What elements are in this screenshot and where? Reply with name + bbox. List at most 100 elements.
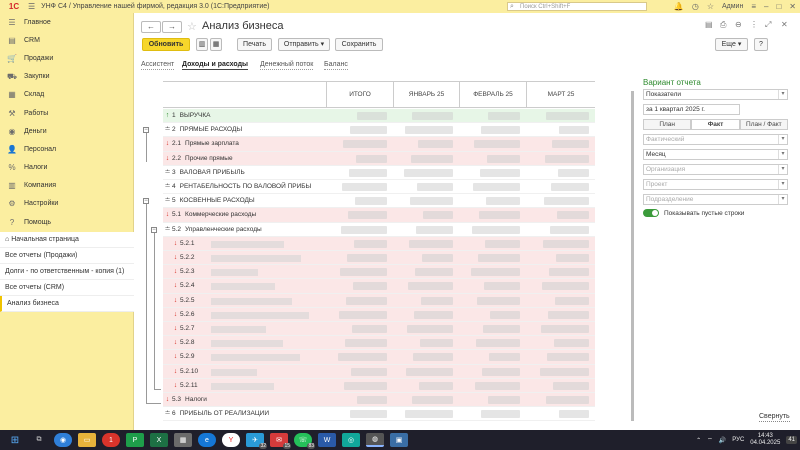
table-row[interactable]: ↓ 5.2.9 bbox=[163, 350, 595, 365]
print-icon[interactable]: ⎙ bbox=[720, 20, 726, 30]
user-name[interactable]: Админ bbox=[722, 3, 743, 10]
table-row[interactable]: ≐ 6 ПРИБЫЛЬ ОТ РЕАЛИЗАЦИИ bbox=[163, 407, 595, 422]
sidebar-item-11[interactable]: ? Помощь bbox=[0, 213, 133, 231]
tab-1[interactable]: Доходы и расходы bbox=[182, 60, 248, 70]
volume-icon[interactable]: 🔊 bbox=[719, 437, 726, 444]
mode-option[interactable]: Факт bbox=[691, 119, 740, 130]
table-row[interactable]: ↓ 5.2.8 bbox=[163, 336, 595, 351]
table-row[interactable]: ↓ 5.3 Налоги bbox=[163, 393, 595, 408]
table-row[interactable]: ↓ 5.2.2 bbox=[163, 251, 595, 266]
table-row[interactable]: ↓ 2.2 Прочие прямые bbox=[163, 151, 595, 166]
organization-select[interactable]: Организация ▾ bbox=[643, 164, 788, 175]
table-row[interactable]: ↑ 1 ВЫРУЧКА bbox=[163, 109, 595, 124]
settings-icon[interactable]: ≡ bbox=[751, 2, 756, 11]
history-icon[interactable]: ◷ bbox=[692, 2, 699, 11]
refresh-button[interactable]: Обновить bbox=[142, 38, 190, 51]
table-row[interactable]: ≐ 5.2 Управленческие расходы bbox=[163, 222, 595, 237]
active-app-icon[interactable]: ◍ bbox=[366, 433, 384, 447]
tab-2[interactable]: Денежный поток bbox=[260, 60, 314, 70]
help-button[interactable]: ? bbox=[754, 38, 768, 51]
sidebar-item-7[interactable]: 👤 Персонал bbox=[0, 140, 133, 158]
forward-button[interactable]: → bbox=[162, 21, 182, 33]
sidebar-item-5[interactable]: ⚒ Работы bbox=[0, 104, 133, 122]
sidebar-item-8[interactable]: % Налоги bbox=[0, 159, 133, 177]
table-row[interactable]: ≐ 4 РЕНТАБЕЛЬНОСТЬ ПО ВАЛОВОЙ ПРИБЫ bbox=[163, 180, 595, 195]
project-icon[interactable]: P bbox=[126, 433, 144, 447]
column-header[interactable]: МАРТ 25 bbox=[526, 82, 595, 107]
clock[interactable]: 14:43 04.04.2025 bbox=[750, 433, 780, 447]
close-icon[interactable]: ✕ bbox=[789, 2, 796, 11]
table-button[interactable]: ▦ bbox=[210, 38, 222, 51]
print-button[interactable]: Печать bbox=[237, 38, 272, 51]
more-button[interactable]: Еще ▾ bbox=[715, 38, 748, 51]
excel-icon[interactable]: X bbox=[150, 433, 168, 447]
table-row[interactable]: ↓ 5.2.6 bbox=[163, 307, 595, 322]
1c-app-icon[interactable]: 1 bbox=[102, 433, 120, 447]
mode-option[interactable]: План / Факт bbox=[739, 119, 788, 130]
chevron-up-icon[interactable]: ⌃ bbox=[696, 437, 701, 444]
browser-icon[interactable]: ◉ bbox=[54, 433, 72, 447]
sidebar-item-4[interactable]: ▦ Склад bbox=[0, 86, 133, 104]
show-empty-rows-toggle[interactable] bbox=[643, 209, 659, 217]
vertical-scrollbar[interactable] bbox=[631, 91, 634, 421]
language-indicator[interactable]: РУС bbox=[732, 437, 744, 443]
remote-desktop-icon[interactable]: ▣ bbox=[390, 433, 408, 447]
open-window-item[interactable]: Долги - по ответственным - копия (1) bbox=[0, 264, 134, 280]
project-select[interactable]: Проект ▾ bbox=[643, 179, 788, 190]
back-button[interactable]: ← bbox=[141, 21, 161, 33]
yandex-icon[interactable]: Y bbox=[222, 433, 240, 447]
calculator-icon[interactable]: ▦ bbox=[174, 433, 192, 447]
notification-count[interactable]: 41 bbox=[786, 436, 797, 444]
more-icon[interactable]: ⋮ bbox=[750, 20, 758, 29]
maximize-icon[interactable]: □ bbox=[776, 2, 781, 11]
save-icon[interactable]: ▤ bbox=[705, 20, 713, 29]
sidebar-item-10[interactable]: ⚙ Настройки bbox=[0, 195, 133, 213]
table-row[interactable]: ↓ 5.2.4 bbox=[163, 279, 595, 294]
settings-button[interactable]: ▥ bbox=[196, 38, 208, 51]
edge-icon[interactable]: e bbox=[198, 433, 216, 447]
tab-3[interactable]: Баланс bbox=[324, 60, 348, 70]
sidebar-item-3[interactable]: ⛟ Закупки bbox=[0, 68, 133, 86]
column-header[interactable]: ИТОГО bbox=[326, 82, 393, 107]
menu-icon[interactable]: ☰ bbox=[28, 2, 35, 11]
sidebar-item-2[interactable]: 🛒 Продажи bbox=[0, 49, 133, 67]
whatsapp-icon[interactable]: ☏ 83 bbox=[294, 433, 315, 449]
telegram-icon[interactable]: ✈ 32 bbox=[246, 433, 267, 449]
close-window-icon[interactable]: ✕ bbox=[781, 20, 788, 29]
column-header[interactable]: ФЕВРАЛЬ 25 bbox=[459, 82, 526, 107]
app-icon[interactable]: ◎ bbox=[342, 433, 360, 447]
favorite-star-icon[interactable]: ☆ bbox=[187, 20, 197, 33]
period-field[interactable]: за 1 квартал 2025 г. bbox=[643, 104, 740, 115]
star-icon[interactable]: ☆ bbox=[707, 2, 714, 11]
folder-icon[interactable]: ▭ bbox=[78, 433, 96, 447]
open-window-item[interactable]: Все отчеты (CRM) bbox=[0, 280, 134, 296]
table-row[interactable]: ↓ 5.2.10 bbox=[163, 364, 595, 379]
global-search-input[interactable]: ⌕ Поиск Ctrl+Shift+F bbox=[507, 2, 647, 11]
division-select[interactable]: Подразделение ▾ bbox=[643, 194, 788, 205]
save-button[interactable]: Сохранить bbox=[335, 38, 383, 51]
sidebar-item-6[interactable]: ◉ Деньги bbox=[0, 122, 133, 140]
collapse-link[interactable]: Свернуть bbox=[759, 413, 790, 422]
sidebar-item-0[interactable]: ☰ Главное bbox=[0, 13, 133, 31]
maximize-window-icon[interactable]: ⤢ bbox=[765, 20, 771, 30]
table-row[interactable]: ↓ 5.2.7 bbox=[163, 322, 595, 337]
task-view-icon[interactable]: ⧉ bbox=[30, 433, 48, 447]
periodicity-select[interactable]: Месяц ▾ bbox=[643, 149, 788, 160]
sidebar-item-9[interactable]: ▥ Компания bbox=[0, 177, 133, 195]
variant-select[interactable]: Показатели ▾ bbox=[643, 89, 788, 100]
tab-0[interactable]: Ассистент bbox=[141, 60, 175, 70]
mail-icon[interactable]: ✉ 15 bbox=[270, 433, 291, 449]
table-row[interactable]: ≐ 2 ПРЯМЫЕ РАСХОДЫ bbox=[163, 123, 595, 138]
windows-start-icon[interactable]: ⊞ bbox=[6, 433, 24, 447]
column-header[interactable]: ЯНВАРЬ 25 bbox=[393, 82, 459, 107]
table-row[interactable]: ↓ 5.2.11 bbox=[163, 378, 595, 393]
word-icon[interactable]: W bbox=[318, 433, 336, 447]
sidebar-item-1[interactable]: ▤ CRM bbox=[0, 31, 133, 49]
open-window-item[interactable]: Анализ бизнеса bbox=[0, 296, 134, 312]
table-row[interactable]: ≐ 3 ВАЛОВАЯ ПРИБЫЛЬ bbox=[163, 165, 595, 180]
mode-option[interactable]: План bbox=[643, 119, 692, 130]
minimize-icon[interactable]: – bbox=[764, 2, 768, 11]
open-window-item[interactable]: Все отчеты (Продажи) bbox=[0, 248, 134, 264]
send-button[interactable]: Отправить ▾ bbox=[278, 38, 330, 51]
table-row[interactable]: ↓ 5.1 Коммерческие расходы bbox=[163, 208, 595, 223]
